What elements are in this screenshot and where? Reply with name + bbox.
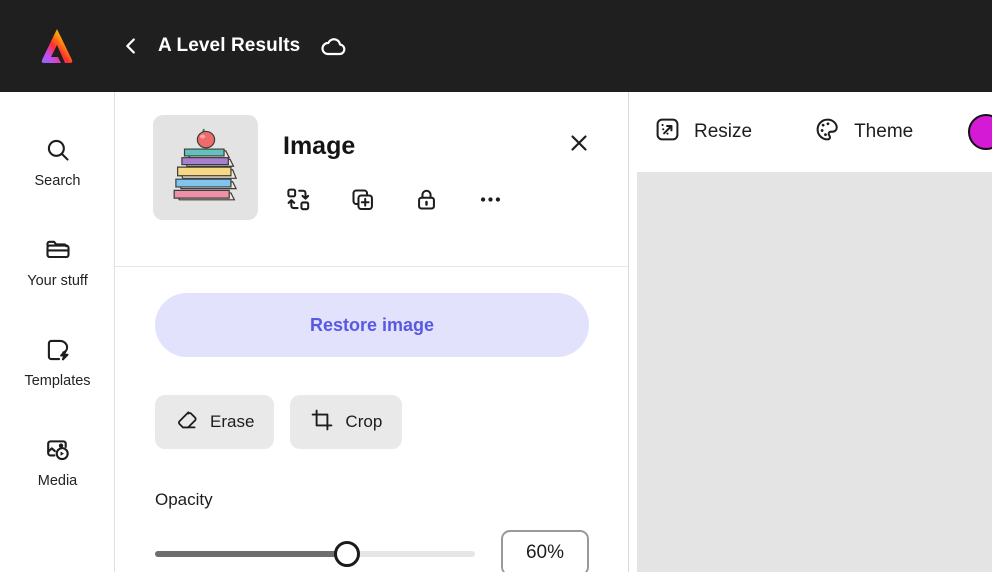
image-thumbnail[interactable] (153, 115, 258, 220)
edit-tools-row: Erase Crop (155, 395, 403, 449)
sidebar-item-label: Media (37, 472, 78, 489)
add-layer-icon (351, 188, 373, 210)
resize-button[interactable]: Resize (654, 108, 752, 156)
replace-media-button[interactable] (283, 184, 313, 214)
opacity-label: Opacity (155, 490, 213, 509)
more-options-button[interactable] (475, 184, 505, 214)
cloud-saved-icon (318, 31, 348, 61)
sidebar-item-label: Your stuff (27, 272, 88, 289)
lock-icon (417, 189, 435, 210)
media-icon (44, 436, 72, 464)
erase-button-label: Erase (210, 412, 255, 431)
opacity-slider-fill (155, 551, 347, 557)
adobe-express-logo[interactable] (34, 23, 80, 69)
user-avatar[interactable] (968, 114, 992, 150)
canvas-left-gutter (629, 172, 637, 572)
editor-right-area: Resize Theme (629, 92, 992, 572)
close-icon (571, 135, 587, 151)
left-sidebar: Search Your stuff Templates Media (0, 92, 115, 572)
resize-icon (654, 116, 681, 148)
opacity-slider[interactable] (155, 541, 475, 567)
folder-icon (44, 236, 72, 264)
object-tools (283, 184, 505, 214)
document-title[interactable]: A Level Results (158, 35, 300, 57)
crop-icon (310, 408, 334, 437)
panel-header: Image (115, 92, 628, 267)
document-toolbar: Resize Theme (629, 92, 992, 172)
restore-image-button[interactable]: Restore image (155, 293, 589, 357)
lock-button[interactable] (411, 184, 441, 214)
back-button[interactable] (116, 31, 146, 61)
top-bar: A Level Results (0, 0, 992, 92)
chevron-left-icon (126, 38, 135, 54)
erase-button[interactable]: Erase (155, 395, 275, 449)
sidebar-item-media[interactable]: Media (0, 412, 115, 512)
theme-button[interactable]: Theme (814, 108, 913, 156)
eraser-icon (175, 408, 199, 437)
sidebar-item-templates[interactable]: Templates (0, 312, 115, 412)
opacity-value-input[interactable]: 60% (501, 530, 589, 572)
image-properties-panel: Image Restore image Erase Crop Opacity 6… (115, 92, 629, 572)
sidebar-item-your-stuff[interactable]: Your stuff (0, 212, 115, 312)
object-type-title: Image (283, 132, 356, 160)
palette-icon (814, 116, 841, 148)
templates-icon (44, 336, 72, 364)
resize-button-label: Resize (694, 121, 753, 142)
adobe-express-editor: A Level Results Search Your stuff Templa… (0, 0, 992, 572)
crop-button-label: Crop (345, 412, 383, 431)
crop-button[interactable]: Crop (290, 395, 403, 449)
more-options-icon (480, 196, 500, 202)
duplicate-button[interactable] (347, 184, 377, 214)
close-panel-button[interactable] (563, 127, 595, 159)
sidebar-item-label: Search (34, 172, 81, 189)
book-stack-with-apple-thumbnail (173, 127, 237, 200)
theme-button-label: Theme (854, 121, 914, 142)
sidebar-item-search[interactable]: Search (0, 112, 115, 212)
sidebar-item-label: Templates (24, 372, 91, 389)
opacity-slider-thumb[interactable] (334, 541, 360, 567)
search-icon (44, 136, 72, 164)
replace-media-icon (286, 188, 309, 210)
canvas-workspace[interactable] (629, 172, 992, 572)
